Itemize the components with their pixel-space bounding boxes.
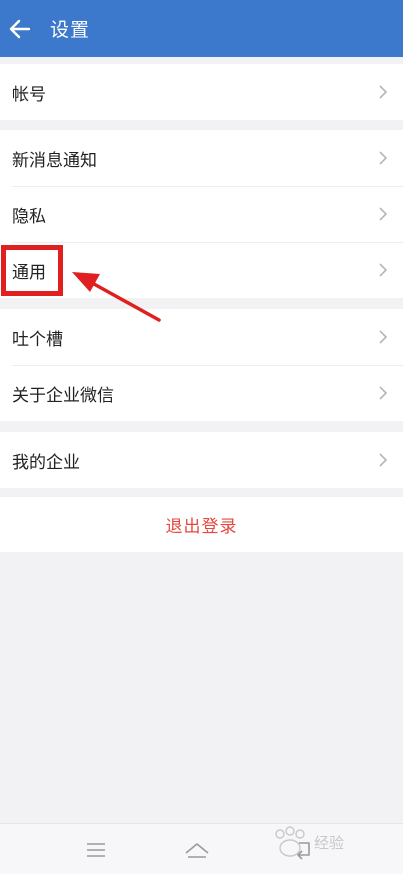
menu-icon <box>87 842 105 857</box>
watermark-text: 经验 <box>314 833 345 852</box>
settings-item-label: 帐号 <box>12 84 46 105</box>
chevron-right-icon <box>379 263 388 277</box>
watermark: 经验 <box>270 822 344 862</box>
settings-item-label: 新消息通知 <box>12 150 97 171</box>
settings-item-label: 通用 <box>12 262 46 283</box>
home-button[interactable] <box>167 824 227 874</box>
settings-item-label: 隐私 <box>12 206 46 227</box>
settings-item-notifications[interactable]: 新消息通知 <box>0 130 403 186</box>
settings-group-general: 新消息通知 隐私 通用 <box>0 130 403 298</box>
settings-item-about[interactable]: 关于企业微信 <box>0 365 403 421</box>
paw-logo-icon <box>275 826 305 857</box>
settings-item-label: 关于企业微信 <box>12 385 114 406</box>
menu-button[interactable] <box>66 824 126 874</box>
chevron-right-icon <box>379 453 388 467</box>
chevron-right-icon <box>379 330 388 344</box>
settings-group-feedback: 吐个槽 关于企业微信 <box>0 309 403 421</box>
chevron-right-icon <box>379 386 388 400</box>
page-title: 设置 <box>50 19 91 41</box>
settings-item-account[interactable]: 帐号 <box>0 64 403 120</box>
settings-item-my-enterprise[interactable]: 我的企业 <box>0 432 403 488</box>
settings-item-feedback[interactable]: 吐个槽 <box>0 309 403 365</box>
home-icon <box>185 842 209 858</box>
chevron-right-icon <box>379 207 388 221</box>
settings-item-label: 我的企业 <box>12 452 80 473</box>
settings-group-enterprise: 我的企业 <box>0 432 403 488</box>
back-button[interactable] <box>0 0 40 57</box>
arrow-left-icon <box>9 19 31 38</box>
settings-item-label: 吐个槽 <box>12 329 63 350</box>
chevron-right-icon <box>379 85 388 99</box>
chevron-right-icon <box>379 151 388 165</box>
logout-button[interactable]: 退出登录 <box>0 497 403 552</box>
app-header: 设置 <box>0 0 403 57</box>
settings-item-privacy[interactable]: 隐私 <box>0 186 403 242</box>
logout-label: 退出登录 <box>165 517 238 537</box>
settings-item-general[interactable]: 通用 <box>0 242 403 298</box>
settings-group-account: 帐号 <box>0 64 403 120</box>
